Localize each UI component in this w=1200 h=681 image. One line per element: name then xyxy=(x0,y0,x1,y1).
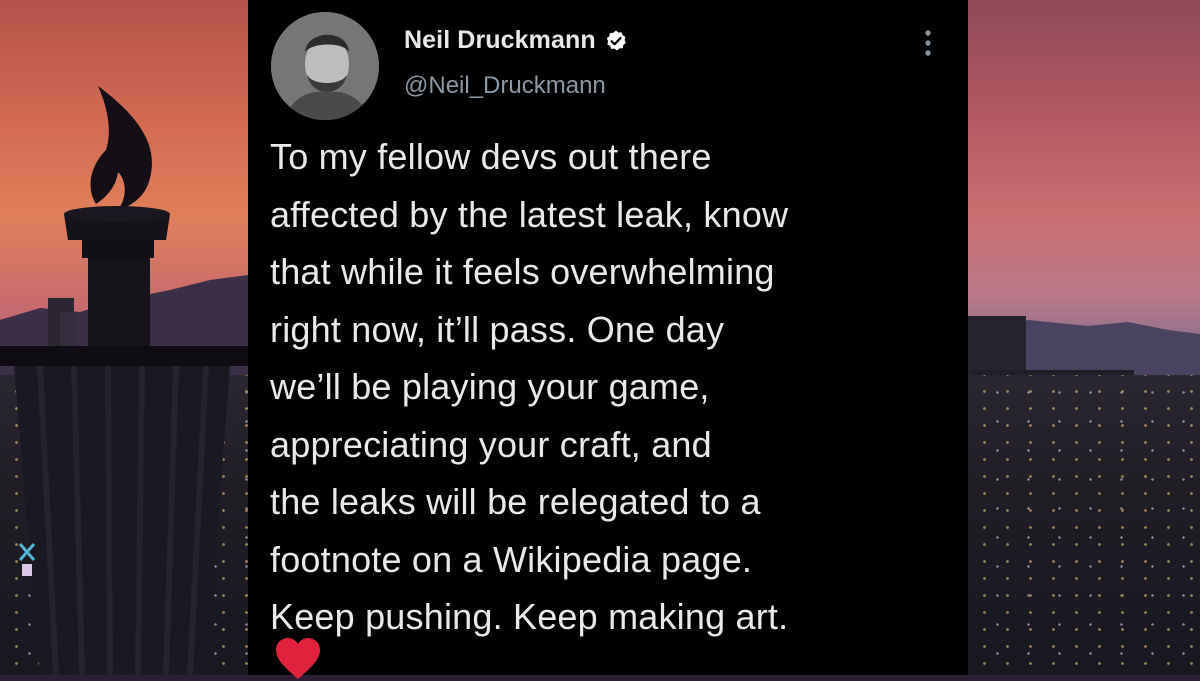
background-scene-right xyxy=(968,0,1200,675)
verified-badge-icon xyxy=(606,30,626,50)
red-heart-emoji-icon xyxy=(276,638,320,679)
tweet-text-line: right now, it’ll pass. One day xyxy=(270,308,725,350)
background-scene-left xyxy=(0,0,248,675)
author-handle[interactable]: @Neil_Druckmann xyxy=(404,72,606,100)
tweet-text-line: Keep pushing. Keep making art. xyxy=(270,596,789,637)
tweet-card[interactable]: Neil Druckmann @Neil_Druckmann To my fel… xyxy=(248,0,968,679)
tweet-text-line: we’ll be playing your game, xyxy=(270,366,710,407)
city-lights xyxy=(968,375,1200,675)
tweet-text-line: appreciating your craft, and xyxy=(270,423,712,465)
tweet-text-line: footnote on a Wikipedia page. xyxy=(270,538,753,580)
tweet-text-line: the leaks will be relegated to a xyxy=(270,481,761,522)
author-name-row: Neil Druckmann xyxy=(404,26,628,55)
tweet-text: To my fellow devs out there affected by … xyxy=(270,128,950,646)
tweet-text-line: To my fellow devs out there xyxy=(270,136,712,177)
avatar[interactable] xyxy=(271,12,379,120)
watermark-logo xyxy=(18,543,36,576)
torch-monument xyxy=(0,86,248,675)
profile-photo xyxy=(271,12,379,120)
more-options-icon[interactable] xyxy=(916,28,940,58)
tweet-text-line: that while it feels overwhelming xyxy=(270,251,775,292)
tweet-text-line: affected by the latest leak, know xyxy=(270,193,789,235)
author-display-name[interactable]: Neil Druckmann xyxy=(404,26,596,55)
